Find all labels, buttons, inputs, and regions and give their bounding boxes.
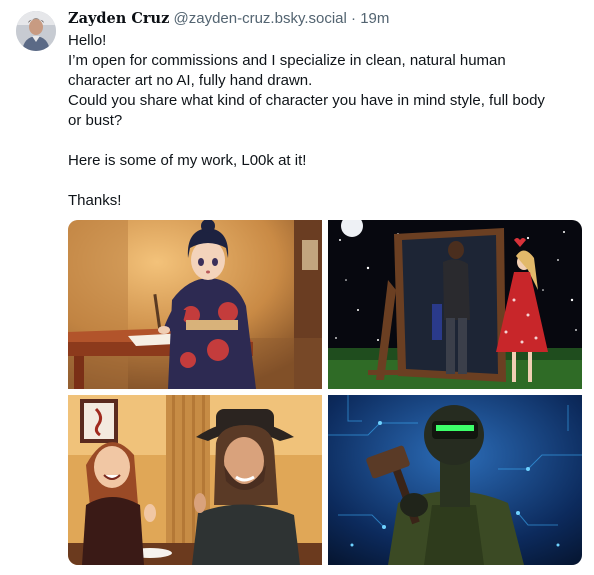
author-name[interactable]: Zayden Cruz: [68, 10, 169, 27]
post: Zayden Cruz @zayden-cruz.bsky.social · 1…: [0, 0, 594, 575]
post-header: Zayden Cruz @zayden-cruz.bsky.social · 1…: [68, 9, 389, 29]
post-line: Here is some of my work, L00k at it!: [68, 152, 307, 169]
mirror-couple-image[interactable]: [328, 220, 582, 389]
post-line: Could you share what kind of character y…: [68, 92, 545, 109]
post-line: or bust?: [68, 112, 123, 129]
author-avatar[interactable]: [16, 11, 56, 51]
armored-soldier-image[interactable]: [328, 395, 582, 565]
post-line: I’m open for commissions and I specializ…: [68, 52, 506, 69]
kimono-calligraphy-image[interactable]: [68, 220, 322, 389]
separator-dot: ·: [351, 10, 357, 27]
image-grid: [68, 220, 582, 565]
post-timestamp[interactable]: 19m: [360, 10, 389, 27]
post-body: Hello! I’m open for commissions and I sp…: [68, 31, 568, 211]
author-handle[interactable]: @zayden-cruz.bsky.social: [174, 10, 347, 27]
post-line: Thanks!: [68, 192, 122, 209]
post-line: character art no AI, fully hand drawn.: [68, 72, 313, 89]
post-line: Hello!: [68, 32, 107, 49]
cowboy-dinner-image[interactable]: [68, 395, 322, 565]
